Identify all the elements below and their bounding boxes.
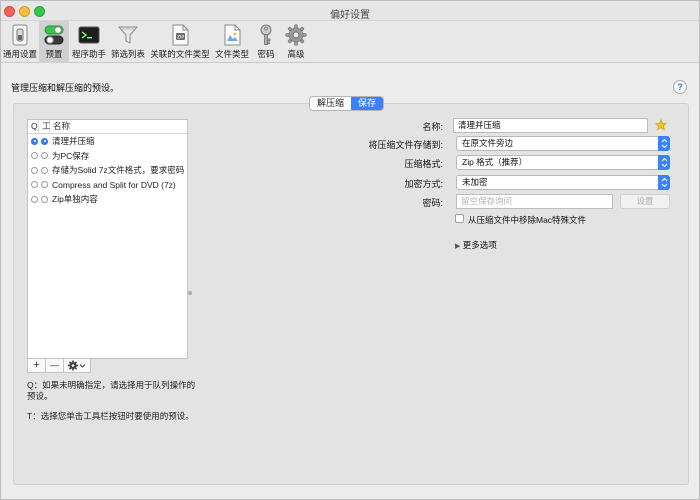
- queue-radio[interactable]: [31, 137, 38, 145]
- document-icon: [221, 24, 243, 46]
- list-item[interactable]: 清理并压缩: [28, 134, 187, 149]
- queue-radio[interactable]: [31, 152, 38, 160]
- toolbar-label: 关联的文件类型: [150, 49, 210, 59]
- remove-mac-files-checkbox[interactable]: [455, 214, 464, 223]
- toolbar-passwords[interactable]: 密码: [253, 21, 279, 63]
- more-options-label: 更多选项: [462, 240, 497, 250]
- switch-icon: [9, 24, 31, 46]
- name-label: 名称:: [422, 122, 443, 132]
- preset-name: Zip单独内容: [52, 194, 98, 205]
- toolbar-note: T：选择您单击工具栏按钮时要使用的预设。: [27, 411, 194, 421]
- toolbar-label: 预置: [45, 49, 63, 59]
- queue-radio[interactable]: [31, 181, 38, 189]
- toolbar-file-types[interactable]: 文件类型: [213, 21, 251, 63]
- toolbar-filter-list[interactable]: 筛选列表: [109, 21, 147, 63]
- save-location-label: 将压缩文件存储到:: [368, 140, 443, 150]
- add-preset-button[interactable]: +: [28, 359, 46, 372]
- queue-note: Q：如果未明确指定，请选择用于队列操作的预设。: [27, 380, 196, 401]
- chevron-updown-icon: [658, 136, 670, 151]
- column-header-queue[interactable]: Q: [28, 120, 39, 133]
- disclosure-triangle-icon: ▶: [455, 243, 461, 250]
- tab-save[interactable]: 保存: [351, 97, 384, 110]
- queue-radio[interactable]: [31, 195, 38, 203]
- toolbar-radio[interactable]: [41, 137, 48, 145]
- column-header-name[interactable]: 名称: [50, 120, 70, 133]
- more-options-disclosure[interactable]: ▶ 更多选项: [455, 239, 497, 251]
- toolbar-radio[interactable]: [41, 181, 48, 189]
- preset-name-field[interactable]: 清理并压缩: [453, 118, 648, 133]
- gear-icon: [68, 360, 86, 371]
- toolbar-radio[interactable]: [41, 152, 48, 160]
- toolbar-label: 高级: [287, 49, 305, 59]
- remove-mac-files-label[interactable]: 从压缩文件中移除Mac特殊文件: [468, 214, 586, 226]
- queue-radio[interactable]: [31, 166, 38, 174]
- svg-text:ZIP: ZIP: [177, 35, 184, 41]
- title-bar: 偏好设置: [1, 1, 699, 21]
- key-icon: [255, 24, 277, 46]
- split-view-handle[interactable]: [188, 291, 192, 295]
- toolbar-radio[interactable]: [41, 166, 48, 174]
- preset-list-tools: + —: [27, 358, 91, 373]
- save-location-value: 在原文件旁边: [462, 138, 514, 148]
- gear-icon: [285, 24, 307, 46]
- encryption-popup[interactable]: 未加密: [456, 175, 670, 190]
- toolbar-helpers[interactable]: 程序助手: [71, 21, 107, 63]
- list-item[interactable]: 存储为Solid 7z文件格式，要求密码: [28, 163, 187, 178]
- save-location-popup[interactable]: 在原文件旁边: [456, 136, 670, 151]
- password-field[interactable]: 留空保存询问: [456, 194, 613, 209]
- toggles-icon: [43, 24, 65, 46]
- star-icon[interactable]: [655, 119, 667, 131]
- toolbar-label: 文件类型: [214, 49, 249, 59]
- toolbar-radio[interactable]: [41, 195, 48, 203]
- password-label: 密码:: [422, 198, 443, 208]
- toolbar-label: 筛选列表: [110, 49, 145, 59]
- preset-name: Compress and Split for DVD (7z): [52, 179, 176, 190]
- toolbar-advanced[interactable]: 高级: [281, 21, 311, 63]
- tab-decompress[interactable]: 解压缩: [310, 97, 351, 110]
- toolbar-associated-file-types[interactable]: ZIP 关联的文件类型: [149, 21, 211, 63]
- preset-list: Q 工 名称 清理并压缩 为PC保存 存储为Solid 7z文件格式，要求密码 …: [27, 119, 188, 359]
- toolbar: 通用设置 预置 程序助手 筛选列表 ZIP 关联的文件类型 文件类型 密码 高级: [1, 21, 699, 63]
- preferences-window: 偏好设置 通用设置 预置 程序助手 筛选列表 ZIP 关联的文件类型 文件类型 …: [0, 0, 700, 500]
- preset-actions-menu-button[interactable]: [64, 359, 90, 372]
- chevron-updown-icon: [658, 175, 670, 190]
- toolbar-label: 密码: [257, 49, 275, 59]
- toolbar-label: 通用设置: [2, 49, 37, 59]
- zip-file-icon: ZIP: [169, 24, 191, 46]
- set-password-button[interactable]: 设置: [620, 194, 670, 209]
- preset-list-header: Q 工 名称: [28, 120, 187, 134]
- list-item[interactable]: Zip单独内容: [28, 192, 187, 207]
- mode-tabs: 解压缩 保存: [309, 96, 385, 111]
- preset-name: 清理并压缩: [52, 136, 95, 147]
- format-value: Zip 格式（推荐）: [462, 157, 528, 167]
- toolbar-label: 程序助手: [71, 49, 106, 59]
- column-header-toolbar[interactable]: 工: [39, 120, 51, 133]
- remove-preset-button[interactable]: —: [46, 359, 64, 372]
- window-title: 偏好设置: [330, 10, 370, 21]
- preset-name: 为PC保存: [52, 150, 90, 161]
- help-button[interactable]: ?: [673, 80, 687, 94]
- chevron-updown-icon: [658, 155, 670, 170]
- list-item[interactable]: 为PC保存: [28, 149, 187, 164]
- encryption-label: 加密方式:: [404, 179, 443, 189]
- toolbar-general[interactable]: 通用设置: [1, 21, 39, 63]
- encryption-value: 未加密: [462, 177, 488, 187]
- page-description: 管理压缩和解压缩的预设。: [11, 83, 120, 93]
- list-item[interactable]: Compress and Split for DVD (7z): [28, 178, 187, 193]
- format-label: 压缩格式:: [404, 159, 443, 169]
- toolbar-presets[interactable]: 预置: [39, 21, 69, 63]
- funnel-icon: [117, 24, 139, 46]
- preset-name: 存储为Solid 7z文件格式，要求密码: [52, 165, 185, 176]
- terminal-icon: [78, 24, 100, 46]
- format-popup[interactable]: Zip 格式（推荐）: [456, 155, 670, 170]
